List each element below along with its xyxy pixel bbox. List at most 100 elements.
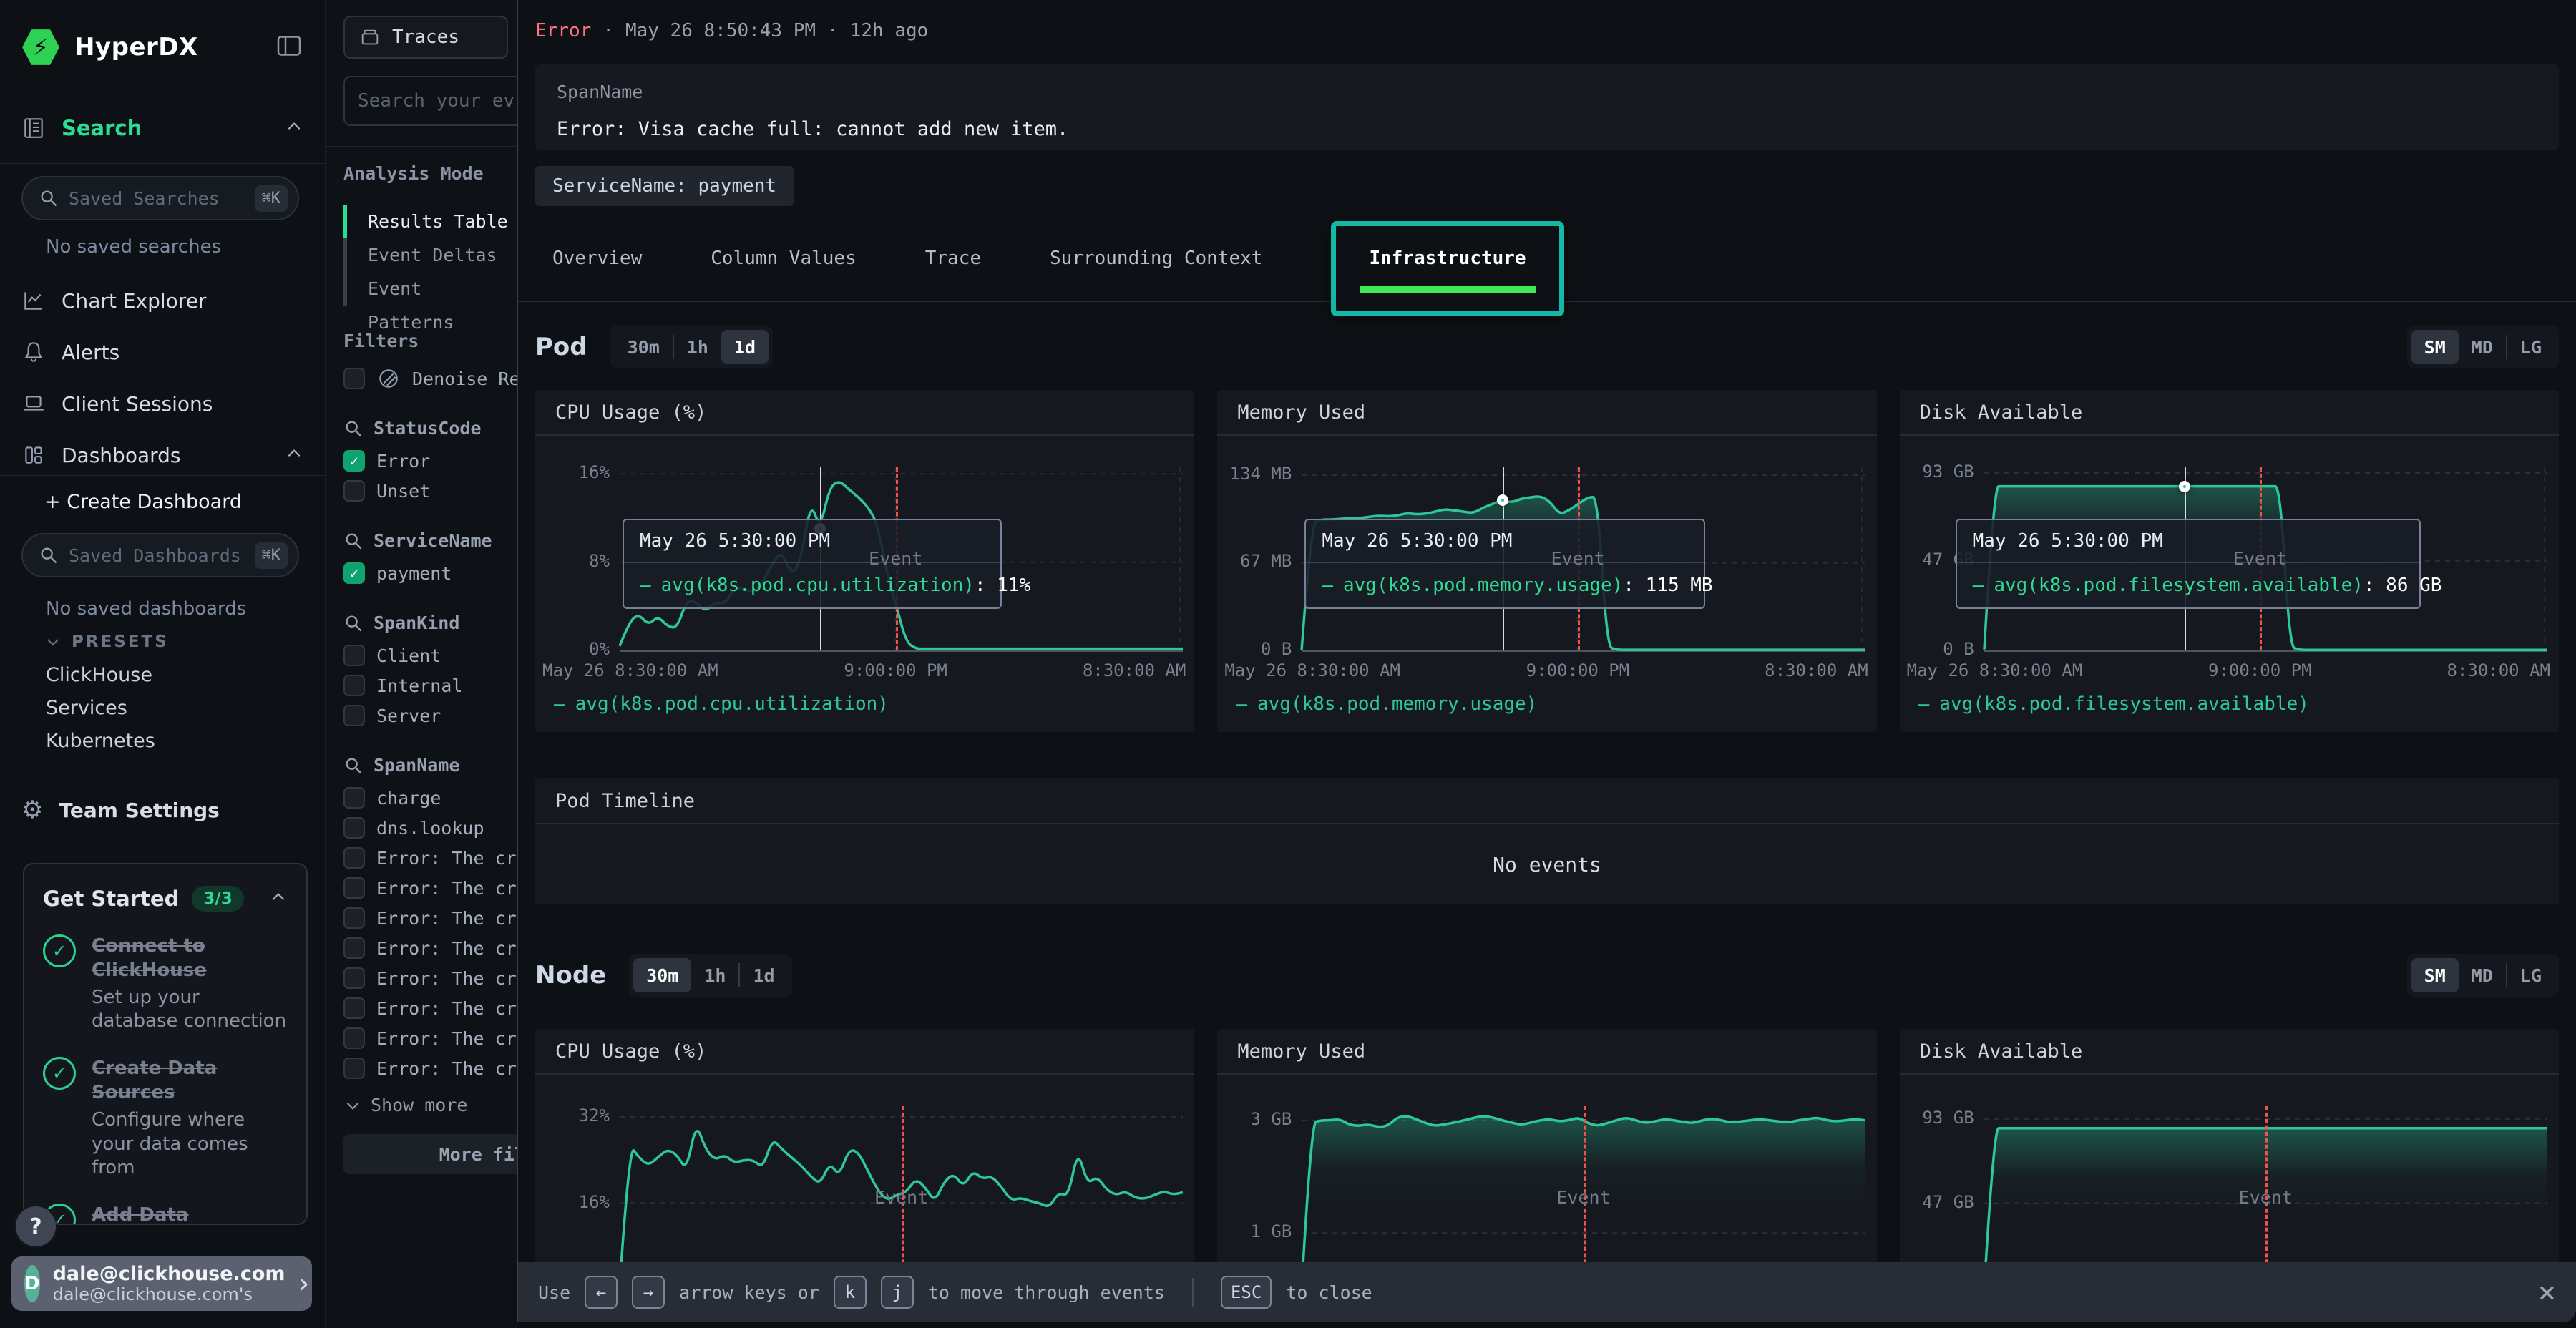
checkbox[interactable] — [343, 675, 365, 696]
filter-option-dns-lookup[interactable]: dns.lookup — [343, 813, 517, 843]
analysis-mode-results-table[interactable]: Results Table — [343, 205, 517, 238]
divider — [0, 475, 325, 476]
filter-option-error-span[interactable]: Error: The cr — [343, 903, 517, 933]
size-lg[interactable]: LG — [2507, 958, 2555, 992]
filter-option-error-span[interactable]: Error: The cr — [343, 963, 517, 993]
size-md[interactable]: MD — [2459, 330, 2506, 364]
help-button[interactable]: ? — [16, 1206, 56, 1246]
pod-memory-chart[interactable]: 134 MB67 MB0 BEventMay 26 5:30:00 PM—avg… — [1302, 467, 1865, 652]
tab-infrastructure-highlight-box[interactable]: Infrastructure — [1331, 221, 1563, 316]
filter-option-charge[interactable]: charge — [343, 783, 517, 813]
filter-option-error-span[interactable]: Error: The cr — [343, 1053, 517, 1083]
sidebar-collapse-icon[interactable] — [275, 31, 303, 63]
tab-trace[interactable]: Trace — [925, 248, 981, 301]
event-search-input[interactable] — [343, 76, 517, 126]
tab-overview[interactable]: Overview — [552, 248, 642, 301]
checkbox[interactable] — [343, 368, 365, 389]
filter-option-error[interactable]: ✓ Error — [343, 446, 517, 476]
checkbox[interactable] — [343, 787, 365, 809]
x-axis-label: May 26 8:30:00 AM — [1224, 660, 1400, 680]
analysis-mode-event-deltas[interactable]: Event Deltas — [343, 238, 517, 272]
filter-label: Internal — [376, 675, 462, 696]
search-icon — [343, 613, 364, 633]
saved-searches-search[interactable]: ⌘K — [21, 176, 299, 220]
sidebar-item-search[interactable]: Search — [21, 116, 303, 140]
tab-column-values[interactable]: Column Values — [711, 248, 857, 301]
get-started-item[interactable]: ✓ Add Data Start sending logs, metrics, … — [43, 1204, 288, 1225]
preset-kubernetes[interactable]: Kubernetes — [46, 730, 155, 752]
tooltip-timestamp: May 26 5:30:00 PM — [1306, 520, 1704, 563]
checkbox-checked[interactable]: ✓ — [343, 450, 365, 472]
checkbox-checked[interactable]: ✓ — [343, 562, 365, 584]
sidebar-item-alerts[interactable]: Alerts — [0, 332, 325, 372]
checkbox[interactable] — [343, 645, 365, 666]
filter-option-internal[interactable]: Internal — [343, 670, 517, 700]
checkbox[interactable] — [343, 705, 365, 726]
checkbox[interactable] — [343, 817, 365, 839]
get-started-item[interactable]: ✓ Create Data Sources Configure where yo… — [43, 1057, 288, 1181]
checkbox[interactable] — [343, 877, 365, 899]
size-lg[interactable]: LG — [2507, 330, 2555, 364]
size-md[interactable]: MD — [2459, 958, 2506, 992]
filter-option-error-span[interactable]: Error: The cr — [343, 843, 517, 873]
chart-title: Memory Used — [1217, 1029, 1876, 1075]
chevron-up-icon[interactable] — [269, 888, 288, 909]
range-1d[interactable]: 1d — [721, 330, 769, 364]
sidebar-item-client-sessions[interactable]: Client Sessions — [0, 384, 325, 424]
user-menu[interactable]: D dale@clickhouse.com dale@clickhouse.co… — [11, 1256, 312, 1311]
range-30m[interactable]: 30m — [615, 330, 673, 364]
show-more-button[interactable]: Show more — [343, 1095, 517, 1115]
range-1h[interactable]: 1h — [674, 330, 721, 364]
filter-option-error-span[interactable]: Error: The cr — [343, 1023, 517, 1053]
preset-clickhouse[interactable]: ClickHouse — [46, 664, 152, 686]
sidebar-item-chart-explorer[interactable]: Chart Explorer — [0, 280, 325, 321]
create-dashboard-button[interactable]: + Create Dashboard — [44, 491, 242, 513]
presets-toggle[interactable]: PRESETS — [44, 633, 169, 651]
saved-dashboards-search[interactable]: ⌘K — [21, 533, 299, 577]
sidebar-item-team-settings[interactable]: ⚙ Team Settings — [0, 790, 325, 830]
analysis-mode-event-patterns[interactable]: Event Patterns — [343, 272, 517, 306]
size-sm[interactable]: SM — [2411, 958, 2459, 992]
size-sm[interactable]: SM — [2411, 330, 2459, 364]
range-30m[interactable]: 30m — [633, 958, 691, 992]
presets-label: PRESETS — [72, 633, 169, 651]
sidebar-item-dashboards[interactable]: Dashboards — [0, 435, 325, 475]
divider — [1192, 1278, 1194, 1307]
pod-cpu-chart[interactable]: 16%8%0%EventMay 26 5:30:00 PM—avg(k8s.po… — [620, 467, 1183, 652]
saved-searches-input[interactable] — [69, 188, 245, 209]
more-filters-button[interactable]: More fil — [343, 1134, 517, 1174]
filter-option-server[interactable]: Server — [343, 700, 517, 731]
saved-dashboards-input[interactable] — [69, 545, 245, 566]
checkbox[interactable] — [343, 907, 365, 929]
filter-option-error-span[interactable]: Error: The cr — [343, 933, 517, 963]
get-started-item-desc: Set up your database connection — [92, 986, 288, 1035]
checkbox[interactable] — [343, 1027, 365, 1049]
pod-disk-chart[interactable]: 93 GB47 GB0 BEventMay 26 5:30:00 PM—avg(… — [1984, 467, 2547, 652]
filter-option-error-span[interactable]: Error: The cr — [343, 873, 517, 903]
range-1d[interactable]: 1d — [740, 958, 787, 992]
range-1h[interactable]: 1h — [691, 958, 738, 992]
get-started-progress-badge: 3/3 — [192, 886, 243, 912]
checkbox[interactable] — [343, 480, 365, 502]
checkbox[interactable] — [343, 1058, 365, 1079]
checkbox[interactable] — [343, 967, 365, 989]
checkbox[interactable] — [343, 997, 365, 1019]
hint-text: Use — [538, 1282, 570, 1303]
filter-denoise[interactable]: Denoise Re — [343, 363, 517, 394]
divider — [326, 146, 517, 147]
y-axis-label: 8% — [544, 552, 610, 572]
get-started-item[interactable]: ✓ Connect to ClickHouse Set up your data… — [43, 934, 288, 1034]
source-selector[interactable]: Traces — [343, 16, 508, 59]
filter-option-client[interactable]: Client — [343, 640, 517, 670]
filter-option-unset[interactable]: Unset — [343, 476, 517, 506]
filter-option-error-span[interactable]: Error: The cr — [343, 993, 517, 1023]
checkbox[interactable] — [343, 937, 365, 959]
preset-services[interactable]: Services — [46, 697, 127, 719]
filter-group-name: SpanName — [374, 755, 459, 776]
filter-label: Error — [376, 451, 430, 472]
tab-infrastructure[interactable]: Infrastructure — [1369, 248, 1526, 269]
checkbox[interactable] — [343, 847, 365, 869]
tab-surrounding-context[interactable]: Surrounding Context — [1050, 248, 1262, 301]
filter-option-payment[interactable]: ✓ payment — [343, 558, 517, 588]
service-name-chip[interactable]: ServiceName: payment — [535, 166, 794, 206]
